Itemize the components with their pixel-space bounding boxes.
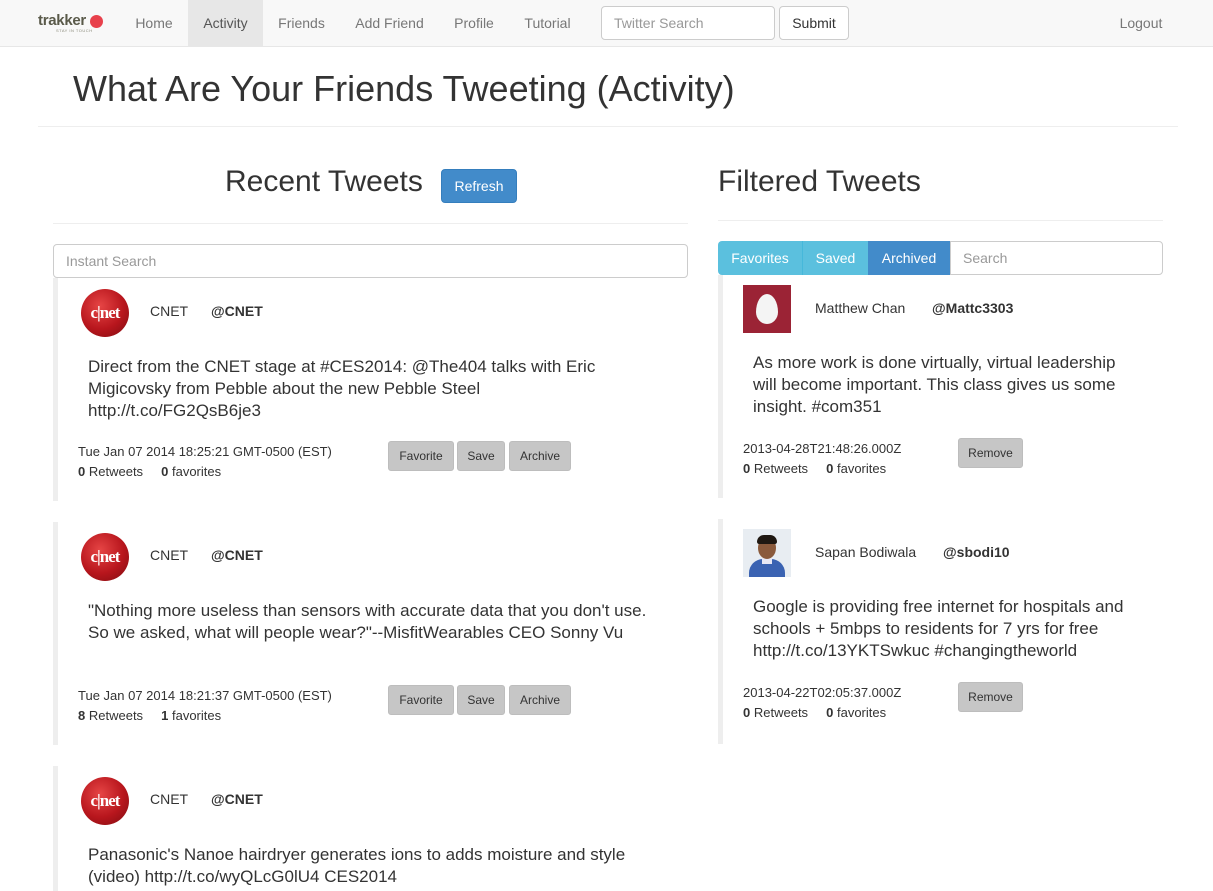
tweet-author-name: Sapan Bodiwala bbox=[815, 544, 917, 560]
tweet-text: Direct from the CNET stage at #CES2014: … bbox=[88, 357, 596, 420]
filtered-divider bbox=[718, 220, 1163, 221]
page-divider bbox=[38, 126, 1178, 127]
favorite-button[interactable]: Favorite bbox=[388, 441, 454, 471]
instant-search-input[interactable] bbox=[53, 244, 688, 278]
favorite-count: 0 bbox=[161, 464, 169, 479]
tweet-author-handle: @CNET bbox=[211, 791, 263, 807]
tweet-stats: 0 Retweets 0 favorites bbox=[78, 464, 221, 479]
brand-tagline: STAY IN TOUCH bbox=[56, 28, 93, 33]
brand-name: trakker bbox=[38, 12, 86, 29]
favorite-count: 1 bbox=[161, 708, 169, 723]
egg-avatar bbox=[743, 285, 791, 333]
tweet-stats: 0 Retweets 0 favorites bbox=[743, 461, 886, 476]
egg-icon bbox=[756, 294, 778, 324]
recent-tweet-card: c|net CNET @CNET "Nothing more useless t… bbox=[53, 522, 688, 745]
favorites-label: favorites bbox=[836, 705, 887, 720]
tab-archived[interactable]: Archived bbox=[868, 241, 950, 275]
brand-dot-icon bbox=[90, 15, 103, 28]
tweet-text: As more work is done virtually, virtual … bbox=[753, 353, 1116, 416]
tab-favorites[interactable]: Favorites bbox=[718, 241, 802, 275]
tab-saved[interactable]: Saved bbox=[802, 241, 868, 275]
tweet-author-name: CNET bbox=[150, 547, 189, 563]
favorite-count: 0 bbox=[826, 705, 834, 720]
cnet-logo-text: c|net bbox=[90, 303, 121, 322]
save-button[interactable]: Save bbox=[457, 685, 505, 715]
retweets-label: Retweets bbox=[88, 464, 144, 479]
save-button[interactable]: Save bbox=[457, 441, 505, 471]
tweet-date: 2013-04-28T21:48:26.000Z bbox=[743, 441, 902, 456]
nav-home[interactable]: Home bbox=[120, 0, 188, 47]
retweet-count: 8 bbox=[78, 708, 86, 723]
filtered-tweet-card: Sapan Bodiwala @sbodi10 Google is provid… bbox=[718, 519, 1163, 744]
cnet-avatar: c|net bbox=[81, 533, 129, 581]
retweets-label: Retweets bbox=[753, 461, 809, 476]
tweet-date: 2013-04-22T02:05:37.000Z bbox=[743, 685, 902, 700]
user-photo-avatar bbox=[743, 529, 791, 577]
tweet-author-handle: @CNET bbox=[211, 547, 263, 563]
favorites-label: favorites bbox=[171, 708, 222, 723]
page-title: What Are Your Friends Tweeting (Activity… bbox=[73, 68, 735, 109]
tweet-author-handle: @CNET bbox=[211, 303, 263, 319]
remove-button[interactable]: Remove bbox=[958, 682, 1023, 712]
tweet-author-name: Matthew Chan bbox=[815, 300, 906, 316]
nav-activity[interactable]: Activity bbox=[188, 0, 263, 47]
twitter-search-input[interactable] bbox=[601, 6, 775, 40]
navbar: trakker STAY IN TOUCH Home Activity Frie… bbox=[0, 0, 1213, 47]
cnet-avatar: c|net bbox=[81, 289, 129, 337]
cnet-logo-text: c|net bbox=[90, 547, 121, 566]
filtered-tweet-card: Matthew Chan @Mattc3303 As more work is … bbox=[718, 275, 1163, 498]
favorites-label: favorites bbox=[171, 464, 222, 479]
filtered-tweets-title: Filtered Tweets bbox=[718, 165, 921, 198]
nav-tutorial[interactable]: Tutorial bbox=[509, 0, 586, 47]
logout-link[interactable]: Logout bbox=[1104, 0, 1178, 47]
remove-button[interactable]: Remove bbox=[958, 438, 1023, 468]
retweet-count: 0 bbox=[78, 464, 86, 479]
recent-tweets-title: Recent Tweets bbox=[225, 165, 423, 198]
tweet-author-handle: @sbodi10 bbox=[943, 544, 1010, 560]
archive-button[interactable]: Archive bbox=[509, 685, 571, 715]
refresh-button[interactable]: Refresh bbox=[441, 169, 517, 203]
tweet-stats: 0 Retweets 0 favorites bbox=[743, 705, 886, 720]
favorite-button[interactable]: Favorite bbox=[388, 685, 454, 715]
retweet-count: 0 bbox=[743, 705, 751, 720]
avatar-hair bbox=[757, 535, 777, 544]
recent-divider bbox=[53, 223, 688, 224]
brand-logo[interactable]: trakker STAY IN TOUCH bbox=[38, 12, 103, 34]
tweet-date: Tue Jan 07 2014 18:21:37 GMT-0500 (EST) bbox=[78, 688, 332, 703]
retweets-label: Retweets bbox=[88, 708, 144, 723]
tweet-author-name: CNET bbox=[150, 791, 189, 807]
tweet-date: Tue Jan 07 2014 18:25:21 GMT-0500 (EST) bbox=[78, 444, 332, 459]
favorite-count: 0 bbox=[826, 461, 834, 476]
cnet-logo-text: c|net bbox=[90, 791, 121, 810]
tweet-stats: 8 Retweets 1 favorites bbox=[78, 708, 221, 723]
tweet-text: Panasonic's Nanoe hairdryer generates io… bbox=[88, 845, 626, 886]
nav-profile[interactable]: Profile bbox=[439, 0, 509, 47]
recent-tweet-card: c|net CNET @CNET Panasonic's Nanoe haird… bbox=[53, 766, 688, 891]
archive-button[interactable]: Archive bbox=[509, 441, 571, 471]
submit-button[interactable]: Submit bbox=[779, 6, 849, 40]
recent-tweet-card: c|net CNET @CNET Direct from the CNET st… bbox=[53, 278, 688, 501]
retweet-count: 0 bbox=[743, 461, 751, 476]
tweet-text: "Nothing more useless than sensors with … bbox=[88, 601, 647, 642]
nav-friends[interactable]: Friends bbox=[263, 0, 340, 47]
cnet-avatar: c|net bbox=[81, 777, 129, 825]
filter-search-input[interactable] bbox=[950, 241, 1163, 275]
retweets-label: Retweets bbox=[753, 705, 809, 720]
nav-add-friend[interactable]: Add Friend bbox=[340, 0, 439, 47]
favorites-label: favorites bbox=[836, 461, 887, 476]
tweet-author-name: CNET bbox=[150, 303, 189, 319]
tweet-author-handle: @Mattc3303 bbox=[932, 300, 1014, 316]
tweet-text: Google is providing free internet for ho… bbox=[753, 597, 1124, 660]
